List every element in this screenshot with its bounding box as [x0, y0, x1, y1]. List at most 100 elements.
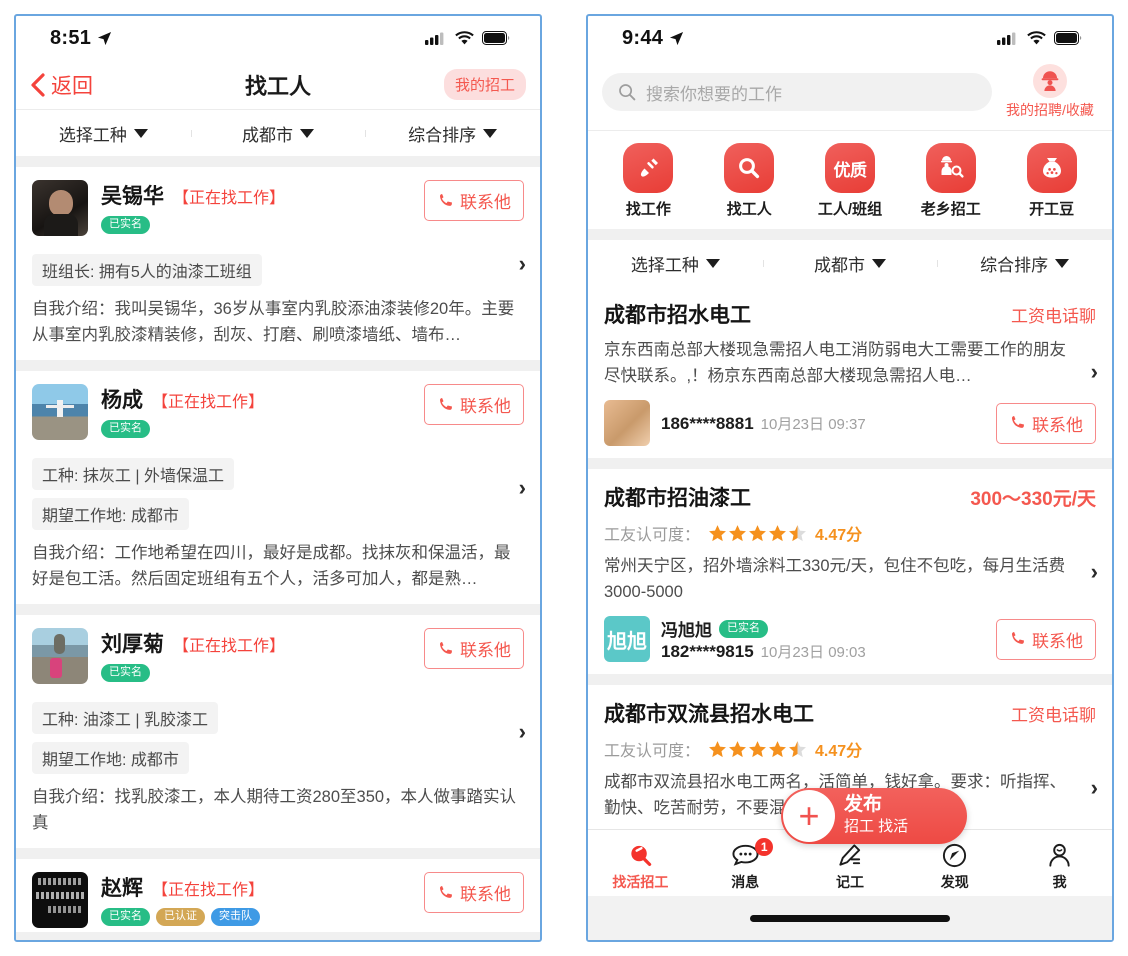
fab-subtitle: 招工 找活 [844, 818, 909, 836]
cellular-signal-icon [425, 32, 444, 45]
worker-status: 【正在找工作】 [152, 394, 265, 412]
status-indicators [425, 31, 510, 45]
worker-info: 赵辉 【正在找工作】 已实名 已认证 突击队 [101, 872, 424, 927]
tab-label: 找活招工 [612, 874, 669, 890]
filter-city[interactable]: 成都市 [190, 121, 366, 146]
caret-down-icon [872, 258, 886, 268]
search-magnifier-icon [588, 840, 693, 870]
job-title: 成都市招油漆工 [604, 487, 751, 511]
worker-name-row: 赵辉 【正在找工作】 [101, 872, 424, 902]
chevron-right-icon[interactable]: › [519, 475, 526, 501]
list-separator [16, 604, 540, 616]
filter-sort[interactable]: 综合排序 [365, 121, 540, 146]
tab-discover[interactable]: 发现 [902, 840, 1007, 892]
tab-messages[interactable]: 1 消息 [693, 838, 798, 892]
money-bag-glyph [1042, 158, 1061, 178]
job-poster-contact: 186****8881 10月23日 09:37 [661, 413, 866, 434]
category-find-worker[interactable]: 找工人 [699, 143, 800, 219]
worker-name: 杨成 [101, 389, 143, 413]
chevron-right-icon[interactable]: › [1091, 359, 1098, 385]
star-icon [729, 740, 746, 757]
contact-button[interactable]: 联系他 [996, 402, 1096, 444]
search-row: 搜索你想要的工作 我的招聘/收藏 [588, 60, 1112, 131]
contact-button[interactable]: 联系他 [996, 618, 1096, 660]
filter-sort[interactable]: 综合排序 [937, 251, 1112, 276]
worker-tag: 期望工作地: 成都市 [32, 742, 189, 775]
chevron-right-icon[interactable]: › [1091, 775, 1098, 801]
star-icon [709, 524, 726, 541]
phone-icon [1011, 632, 1024, 645]
worker-card[interactable]: 吴锡华 【正在找工作】 已实名 联系他 班组长: 拥有5人的油漆工班组 自我介绍… [16, 167, 540, 361]
chevron-right-icon[interactable]: › [519, 719, 526, 745]
search-icon [724, 143, 775, 193]
home-indicator[interactable] [750, 914, 950, 922]
worker-tag: 期望工作地: 成都市 [32, 498, 189, 531]
filter-city-label: 成都市 [814, 255, 865, 275]
search-glyph [739, 158, 760, 179]
contact-button[interactable]: 联系他 [424, 872, 524, 914]
job-post-time: 10月23日 09:03 [760, 644, 866, 662]
job-header: 成都市双流县招水电工 工资电话聊 [604, 698, 1096, 728]
job-card[interactable]: 成都市招油漆工 300～330元/天 工友认可度： 4.47分 常州天宁区，招外… [588, 469, 1112, 675]
shovel-icon [623, 143, 674, 193]
category-find-job[interactable]: 找工作 [598, 143, 699, 219]
tab-worklog[interactable]: 记工 [798, 840, 903, 892]
wifi-icon [1027, 31, 1046, 45]
chevron-right-icon[interactable]: › [519, 251, 526, 277]
person-icon [1007, 840, 1112, 870]
chat-bubble-icon [693, 840, 798, 870]
contact-button[interactable]: 联系他 [424, 180, 524, 221]
pencil-icon [798, 840, 903, 870]
job-title: 成都市双流县招水电工 [604, 703, 814, 727]
screenshot-stage: 8:51 返回 找工人 我的招工 选择工种 成都市 综合排序 吴锡华 【正在找工… [0, 0, 1128, 956]
contact-button[interactable]: 联系他 [424, 384, 524, 426]
my-recruitment-label: 我的招聘/收藏 [1006, 102, 1094, 118]
caret-down-icon [133, 128, 148, 138]
category-label: 找工人 [726, 201, 772, 218]
filter-job-type[interactable]: 选择工种 [588, 251, 763, 276]
money-bag-icon [1026, 143, 1077, 193]
worker-card[interactable]: 刘厚菊 【正在找工作】 已实名 联系他 工种: 油漆工 | 乳胶漆工 期望工作地… [16, 615, 540, 849]
category-work-beans[interactable]: 开工豆 [1001, 143, 1102, 219]
rating-score: 4.47分 [815, 743, 863, 761]
category-worker-team[interactable]: 优质 工人/班组 [800, 143, 901, 219]
worker-card[interactable]: 赵辉 【正在找工作】 已实名 已认证 突击队 联系他 [16, 859, 540, 933]
publish-fab[interactable]: + 发布 招工 找活 [781, 788, 967, 844]
worker-badges: 已实名 [101, 420, 424, 438]
category-icon-row: 找工作 找工人 优质 工人/班组 老乡招工 开工豆 [588, 131, 1112, 229]
back-button[interactable]: 返回 [30, 70, 93, 100]
tab-profile[interactable]: 我 [1007, 840, 1112, 892]
star-icon [709, 740, 726, 757]
category-fellow-recruit[interactable]: 老乡招工 [900, 143, 1001, 219]
worker-tag: 工种: 抹灰工 | 外墙保温工 [32, 458, 234, 491]
worker-card-header: 赵辉 【正在找工作】 已实名 已认证 突击队 联系他 [32, 872, 524, 929]
job-thumbnail: 旭旭 [604, 616, 650, 663]
filter-city[interactable]: 成都市 [762, 251, 938, 276]
filter-sort-label: 综合排序 [408, 125, 477, 145]
left-status-bar: 8:51 [16, 16, 540, 60]
tab-find-work[interactable]: 找活招工 [588, 840, 693, 892]
chevron-right-icon[interactable]: › [1091, 559, 1098, 585]
right-phone-frame: 9:44 搜索你想要的工作 我的招聘/收藏 找工作 找工人 优质 工人/班组 老… [586, 14, 1114, 942]
search-icon [619, 84, 636, 101]
job-card[interactable]: 成都市招水电工 工资电话聊 京东西南总部大楼现急需招人电工消防弱电大工需要工作的… [588, 286, 1112, 459]
worker-card[interactable]: 杨成 【正在找工作】 已实名 联系他 工种: 抹灰工 | 外墙保温工 期望工作地… [16, 371, 540, 605]
star-icon [749, 740, 766, 757]
worker-name: 赵辉 [101, 877, 143, 901]
worker-badges: 已实名 [101, 664, 424, 682]
job-description: 京东西南总部大楼现急需招人电工消防弱电大工需要工作的朋友尽快联系。,！杨京东西南… [604, 341, 1066, 385]
job-pay: 工资电话聊 [1011, 706, 1096, 726]
filter-job-type[interactable]: 选择工种 [16, 121, 191, 146]
status-time: 8:51 [50, 26, 92, 49]
location-arrow-icon [670, 31, 684, 45]
my-recruitment-pill[interactable]: 我的招工 [443, 69, 526, 100]
my-recruitment-favorites-button[interactable]: 我的招聘/收藏 [1002, 64, 1098, 120]
job-header: 成都市招水电工 工资电话聊 [604, 299, 1096, 329]
battery-full-icon [1054, 31, 1082, 45]
star-icon [729, 524, 746, 541]
contact-button[interactable]: 联系他 [424, 628, 524, 670]
search-input[interactable]: 搜索你想要的工作 [602, 73, 992, 111]
worker-status: 【正在找工作】 [173, 190, 286, 207]
caret-down-icon [483, 128, 498, 138]
job-poster-name-row: 冯旭旭 已实名 [661, 616, 866, 641]
